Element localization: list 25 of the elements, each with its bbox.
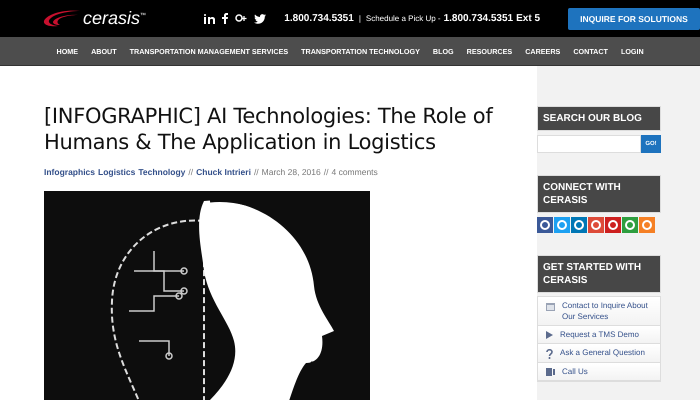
meta-divider: // (324, 167, 328, 177)
play-icon (546, 331, 553, 339)
article-title: [INFOGRAPHIC] AI Technologies: The Role of Humans & The Application in Logistics (44, 103, 494, 155)
widget-heading: GET STARTED WITH CERASIS (537, 255, 661, 293)
separator: | (358, 14, 361, 23)
widget-heading: CONNECT WITH CERASIS (537, 175, 661, 213)
inquire-button[interactable]: INQUIRE FOR SOLUTIONS (568, 8, 700, 30)
calendar-icon (546, 302, 555, 311)
cerasis-logo[interactable]: cerasis$^{™}$ (83, 8, 146, 29)
schedule-label: Schedule a Pick Up - (366, 14, 441, 23)
widget-heading: SEARCH OUR BLOG (537, 106, 661, 131)
author-link[interactable]: Chuck Intrieri (196, 167, 251, 177)
schedule-phone[interactable]: 1.800.734.5351 (444, 13, 514, 24)
question-icon (546, 349, 553, 359)
post-date: March 28, 2016 (262, 167, 321, 177)
category-link[interactable]: Technology (138, 167, 186, 177)
category-link[interactable]: Logistics (98, 167, 136, 177)
meta-divider: // (254, 167, 259, 177)
category-link[interactable]: Infographics (44, 167, 96, 177)
meta-divider: // (188, 167, 194, 177)
get-started-link[interactable]: Call Us (562, 366, 588, 377)
search-field[interactable] (537, 135, 641, 153)
phone-number[interactable]: 1.800.734.5351 (284, 13, 354, 24)
extension: Ext 5 (516, 13, 540, 24)
comments-link[interactable]: 4 comments (331, 167, 378, 177)
